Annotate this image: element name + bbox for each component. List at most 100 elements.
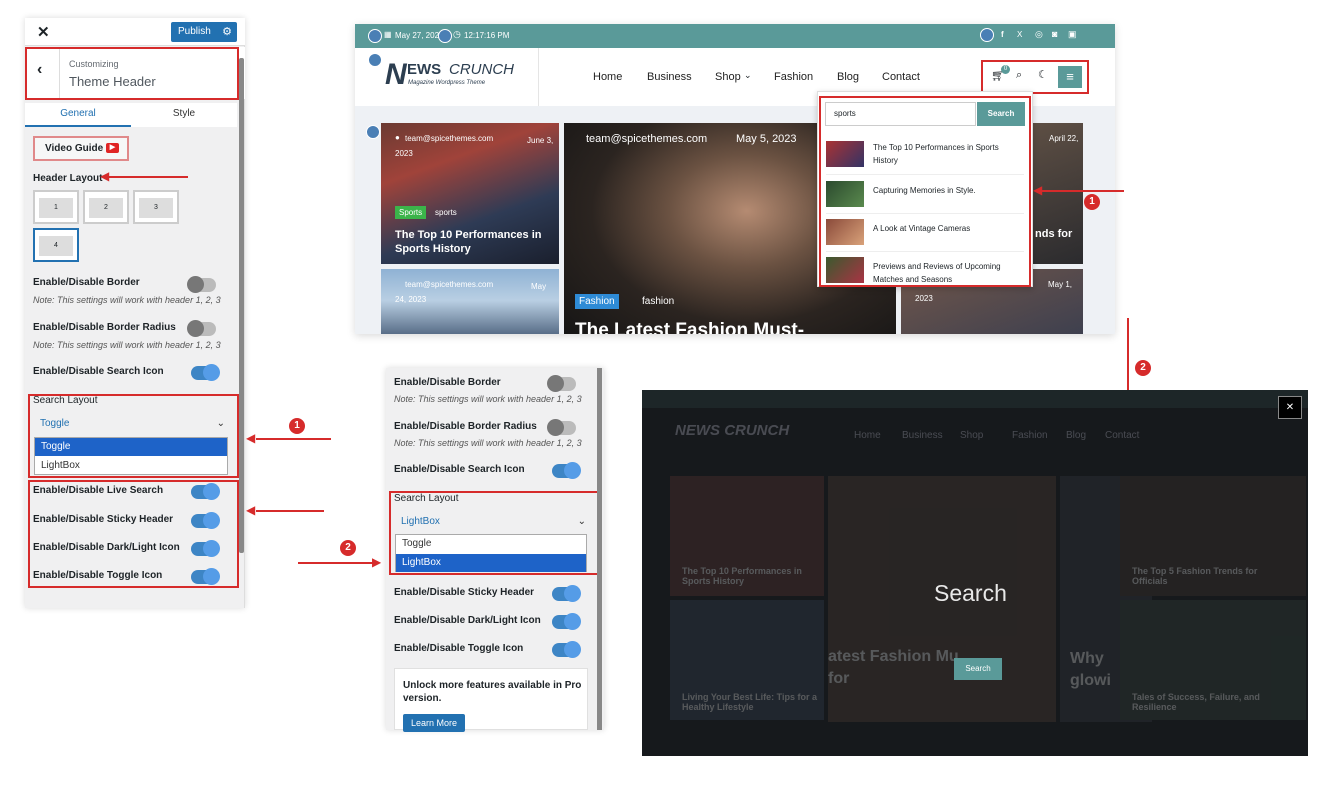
moon-icon[interactable]: ☾ — [1038, 68, 1048, 81]
search-icon-label-2: Enable/Disable Search Icon — [394, 464, 525, 475]
bg-nav-home: Home — [854, 430, 881, 441]
youtube-social-icon[interactable]: ▣ — [1068, 29, 1077, 40]
right-date-2: May 1, — [1048, 280, 1073, 289]
search-icon[interactable]: ⌕ — [1016, 69, 1022, 82]
layout-4-label: 4 — [39, 236, 73, 256]
layout-option-3[interactable]: 3 — [133, 190, 179, 224]
nav-home[interactable]: Home — [593, 71, 622, 83]
scrollbar[interactable] — [239, 58, 244, 553]
border-note-2: Note: This settings will work with heade… — [394, 394, 582, 404]
chevron-down-icon-shop: ⌄ — [744, 70, 752, 80]
dark-light-label-2: Enable/Disable Dark/Light Icon — [394, 615, 541, 626]
border-radius-toggle-2[interactable] — [547, 419, 576, 436]
post1-tag[interactable]: sports — [435, 208, 457, 217]
time-text: 12:17:16 PM — [464, 31, 510, 40]
hero-tag[interactable]: fashion — [642, 296, 674, 307]
publish-button[interactable]: Publish ⚙ — [171, 22, 237, 42]
badge-2-site: 2 — [1135, 360, 1151, 376]
dark-light-toggle-2[interactable] — [552, 613, 581, 630]
bg-nav-fashion: Fashion — [1012, 430, 1048, 441]
bg-why: Why glowi — [1070, 650, 1111, 689]
bg-logo: NEWS CRUNCH — [675, 422, 789, 439]
search-icon-toggle[interactable] — [191, 364, 220, 381]
nav-shop[interactable]: Shop — [715, 71, 741, 83]
nav-contact[interactable]: Contact — [882, 71, 920, 83]
logo[interactable]: N EWS CRUNCH Magazine Wordpress Theme — [385, 58, 535, 98]
bg-title-1: The Top 10 Performances in Sports Histor… — [682, 566, 802, 586]
layout-1-label: 1 — [39, 198, 73, 218]
hero-category[interactable]: Fashion — [575, 294, 619, 309]
hero-title[interactable]: The Latest Fashion Must- — [575, 320, 804, 334]
logo-ews: EWS — [407, 61, 442, 78]
bg-hero-title-2: for — [828, 670, 850, 687]
layout-option-2[interactable]: 2 — [83, 190, 129, 224]
bg-title-4: Tales of Success, Failure, and Resilienc… — [1132, 692, 1260, 712]
search-icon-toggle-2[interactable] — [552, 462, 581, 479]
badge-1-site: 1 — [1084, 194, 1100, 210]
customizer-panel: ✕ Publish ⚙ ‹ Customizing Theme Header G… — [25, 18, 245, 608]
logo-crunch: CRUNCH — [449, 61, 514, 78]
calendar-icon: ▦ — [384, 30, 392, 39]
bg-nav-business: Business — [902, 430, 943, 441]
layout-2-label: 2 — [89, 198, 123, 218]
lightbox-search-button[interactable]: Search — [954, 658, 1002, 680]
tab-style[interactable]: Style — [131, 103, 237, 127]
border-radius-toggle[interactable] — [187, 320, 216, 337]
menu-toggle-button[interactable]: ≡ — [1058, 66, 1082, 88]
pinterest-icon[interactable]: ◎ — [1035, 29, 1043, 40]
nav-blog[interactable]: Blog — [837, 71, 859, 83]
border-label: Enable/Disable Border — [33, 277, 140, 288]
close-icon[interactable]: ✕ — [37, 23, 50, 41]
hero-date: May 5, 2023 — [736, 133, 797, 145]
facebook-icon[interactable]: f — [1001, 30, 1004, 39]
gear-icon[interactable]: ⚙ — [222, 22, 232, 42]
nav-business[interactable]: Business — [647, 71, 692, 83]
post-card-mountain[interactable]: team@spicethemes.com May 24, 2023 — [381, 269, 559, 334]
post1-category[interactable]: Sports — [395, 206, 427, 219]
layout-option-4[interactable]: 4 — [33, 228, 79, 262]
post1-title[interactable]: The Top 10 Performances in Sports Histor… — [395, 228, 555, 256]
border-label-2: Enable/Disable Border — [394, 377, 501, 388]
bg-hero-title: atest Fashion Mu — [828, 648, 959, 665]
border-toggle[interactable] — [187, 276, 216, 293]
video-guide-button[interactable]: Video Guide ▶ — [33, 136, 129, 161]
layout-option-1[interactable]: 1 — [33, 190, 79, 224]
bg-nav-contact: Contact — [1105, 430, 1140, 441]
border-radius-label-2: Enable/Disable Border Radius — [394, 421, 537, 432]
scrollbar-2[interactable] — [597, 368, 602, 730]
edit-icon-logo[interactable] — [368, 53, 382, 67]
sticky-label-2: Enable/Disable Sticky Header — [394, 587, 535, 598]
video-guide-label: Video Guide — [45, 143, 104, 154]
toggle-icon-toggle-2[interactable] — [552, 641, 581, 658]
border-note: Note: This settings will work with heade… — [33, 295, 221, 305]
date-text: May 27, 202 — [395, 31, 440, 40]
post2-date: May 24, 2023 — [395, 282, 547, 304]
learn-more-button[interactable]: Learn More — [403, 714, 465, 732]
border-radius-note: Note: This settings will work with heade… — [33, 340, 221, 350]
instagram-icon[interactable]: ◙ — [1052, 29, 1057, 39]
right-title[interactable]: nds for — [1035, 228, 1072, 240]
edit-icon-posts[interactable] — [366, 125, 380, 139]
lightbox-close-button[interactable]: ✕ — [1278, 396, 1302, 419]
bg-logo-n: N — [675, 422, 686, 439]
bg-title-3: Living Your Best Life: Tips for a Health… — [682, 692, 818, 712]
publish-label: Publish — [178, 26, 211, 37]
tabs: General Style — [25, 103, 237, 127]
right-date: April 22, — [1049, 134, 1079, 143]
customizer-header: ✕ Publish ⚙ — [25, 18, 245, 46]
badge-1-left: 1 — [289, 418, 305, 434]
border-toggle-2[interactable] — [547, 375, 576, 392]
tab-general[interactable]: General — [25, 103, 131, 127]
edit-icon-time[interactable] — [438, 29, 452, 43]
edit-icon[interactable] — [368, 29, 382, 43]
nav-fashion[interactable]: Fashion — [774, 71, 813, 83]
pro-box: Unlock more features available in Pro ve… — [394, 668, 588, 732]
layout-3-label: 3 — [139, 198, 173, 218]
badge-2-middle: 2 — [340, 540, 356, 556]
lightbox-search-text[interactable]: Search — [934, 580, 1007, 607]
post-card-sports[interactable]: ● team@spicethemes.com June 3, 2023 Spor… — [381, 123, 559, 264]
sticky-toggle-2[interactable] — [552, 585, 581, 602]
bg-nav-blog: Blog — [1066, 430, 1087, 441]
edit-icon-social[interactable] — [980, 28, 994, 42]
x-icon[interactable]: X — [1017, 30, 1022, 39]
